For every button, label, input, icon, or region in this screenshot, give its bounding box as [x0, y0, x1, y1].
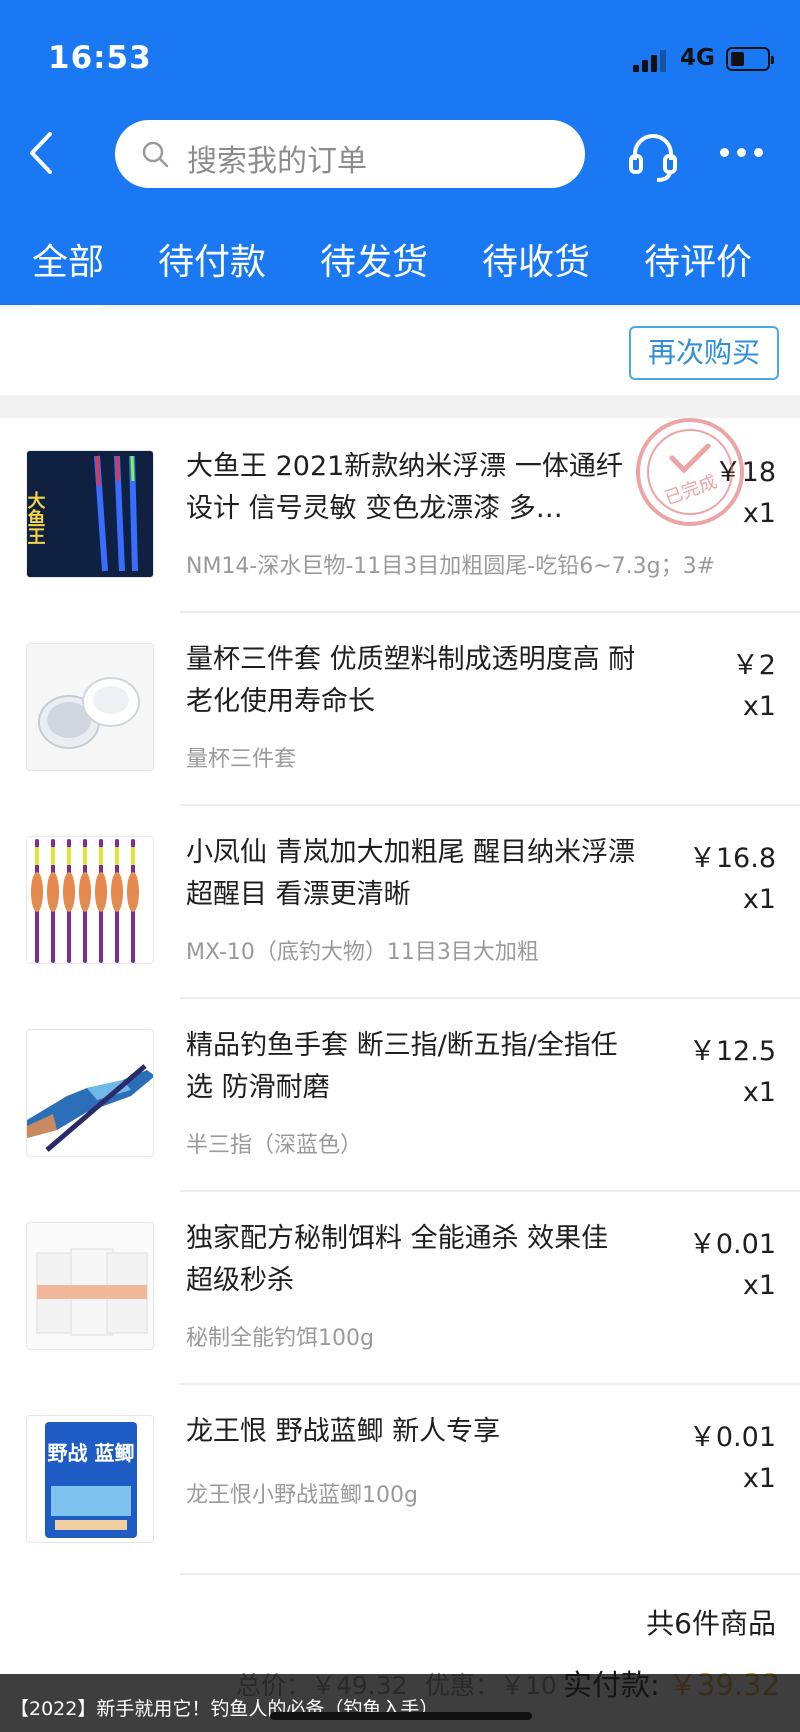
status-time: 16:53 [48, 40, 152, 76]
promo-banner[interactable]: 【2022】新手就用它！钓鱼人的必备（钓鱼入手） [0, 1674, 800, 1732]
product-image: 大鱼王 [26, 450, 154, 578]
product-price: ￥16.8 [688, 843, 776, 874]
tab-pending-payment[interactable]: 待付款 [158, 233, 266, 285]
tab-pending-receipt[interactable]: 待收货 [482, 233, 590, 285]
product-image [26, 1029, 154, 1157]
product-qty: x1 [742, 691, 776, 722]
rebuy-button[interactable]: 再次购买 [629, 326, 779, 380]
product-sku: 量杯三件套 [186, 747, 297, 772]
previous-order-card: 再次购买 [0, 308, 800, 395]
order-item[interactable]: 精品钓鱼手套 断三指/断五指/全指任选 防滑耐磨 半三指（深蓝色） ￥12.5 … [0, 999, 800, 1192]
headset-icon [629, 134, 677, 182]
order-item[interactable]: 小凤仙 青岚加大加粗尾 醒目纳米浮漂 超醒目 看漂更清晰 MX-10（底钓大物）… [0, 806, 800, 999]
product-sku: 龙王恨小野战蓝鲫100g [186, 1483, 418, 1508]
product-title: 量杯三件套 优质塑料制成透明度高 耐老化使用寿命长 [186, 644, 636, 717]
product-price: ￥0.01 [688, 1422, 776, 1453]
tab-pending-review[interactable]: 待评价 [644, 233, 752, 285]
completed-stamp: 已完成 [618, 418, 746, 526]
product-image [26, 1222, 154, 1350]
tab-all[interactable]: 全部 [32, 233, 105, 311]
product-image [26, 836, 154, 964]
product-title: 小凤仙 青岚加大加粗尾 醒目纳米浮漂 超醒目 看漂更清晰 [186, 837, 636, 910]
signal-icon [633, 50, 669, 72]
product-qty: x1 [742, 1463, 776, 1494]
svg-text:野战 蓝鲫: 野战 蓝鲫 [48, 1441, 135, 1465]
battery-icon [726, 47, 774, 71]
product-sku: NM14-深水巨物-11目3目加粗圆尾-吃铅6~7.3g；3# [186, 554, 716, 579]
home-indicator[interactable] [270, 1712, 532, 1720]
product-price: ￥0.01 [688, 1229, 776, 1260]
network-label: 4G [680, 45, 715, 71]
product-qty: x1 [742, 1270, 776, 1301]
status-bar: 16:53 4G [0, 0, 800, 110]
product-price: ￥12.5 [688, 1036, 776, 1067]
more-button[interactable] [720, 148, 764, 160]
item-count: 共6件商品 [646, 1607, 776, 1640]
divider [180, 1573, 800, 1575]
product-image: 野战 蓝鲫 [26, 1415, 154, 1543]
product-qty: x1 [742, 498, 776, 529]
chevron-left-icon [30, 132, 52, 174]
product-qty: x1 [742, 884, 776, 915]
product-sku: MX-10（底钓大物）11目3目大加粗 [186, 940, 539, 965]
product-title: 龙王恨 野战蓝鲫 新人专享 [186, 1416, 501, 1447]
more-dots-icon [720, 148, 729, 157]
product-sku: 半三指（深蓝色） [186, 1133, 363, 1158]
customer-service-button[interactable] [625, 128, 681, 184]
back-button[interactable] [22, 128, 62, 178]
header: 16:53 4G 搜索我的订单 全部 待付款 待发货 待收货 待评价 [0, 0, 800, 311]
search-input[interactable]: 搜索我的订单 [115, 120, 585, 188]
order-item[interactable]: 量杯三件套 优质塑料制成透明度高 耐老化使用寿命长 量杯三件套 ￥2 x1 [0, 613, 800, 806]
svg-text:大鱼王: 大鱼王 [27, 490, 46, 545]
order-item[interactable]: 独家配方秘制饵料 全能通杀 效果佳 超级秒杀 秘制全能钓饵100g ￥0.01 … [0, 1192, 800, 1385]
order-tabs: 全部 待付款 待发货 待收货 待评价 [0, 225, 800, 311]
search-placeholder: 搜索我的订单 [187, 144, 367, 179]
tab-pending-shipment[interactable]: 待发货 [320, 233, 428, 285]
product-sku: 秘制全能钓饵100g [186, 1326, 374, 1351]
order-item[interactable]: 野战 蓝鲫 龙王恨 野战蓝鲫 新人专享 龙王恨小野战蓝鲫100g ￥0.01 x… [0, 1385, 800, 1578]
product-image [26, 643, 154, 771]
product-title: 精品钓鱼手套 断三指/断五指/全指任选 防滑耐磨 [186, 1030, 618, 1103]
product-price: ￥2 [731, 650, 776, 681]
svg-text:已完成: 已完成 [662, 471, 720, 509]
order-card[interactable]: 大鱼王 大鱼王 2021新款纳米浮漂 一体通纤设计 信号灵敏 变色龙漂漆 多… … [0, 418, 800, 1732]
product-qty: x1 [742, 1077, 776, 1108]
product-title: 独家配方秘制饵料 全能通杀 效果佳 超级秒杀 [186, 1223, 609, 1296]
product-title: 大鱼王 2021新款纳米浮漂 一体通纤设计 信号灵敏 变色龙漂漆 多… [186, 451, 623, 524]
search-icon [142, 141, 169, 168]
